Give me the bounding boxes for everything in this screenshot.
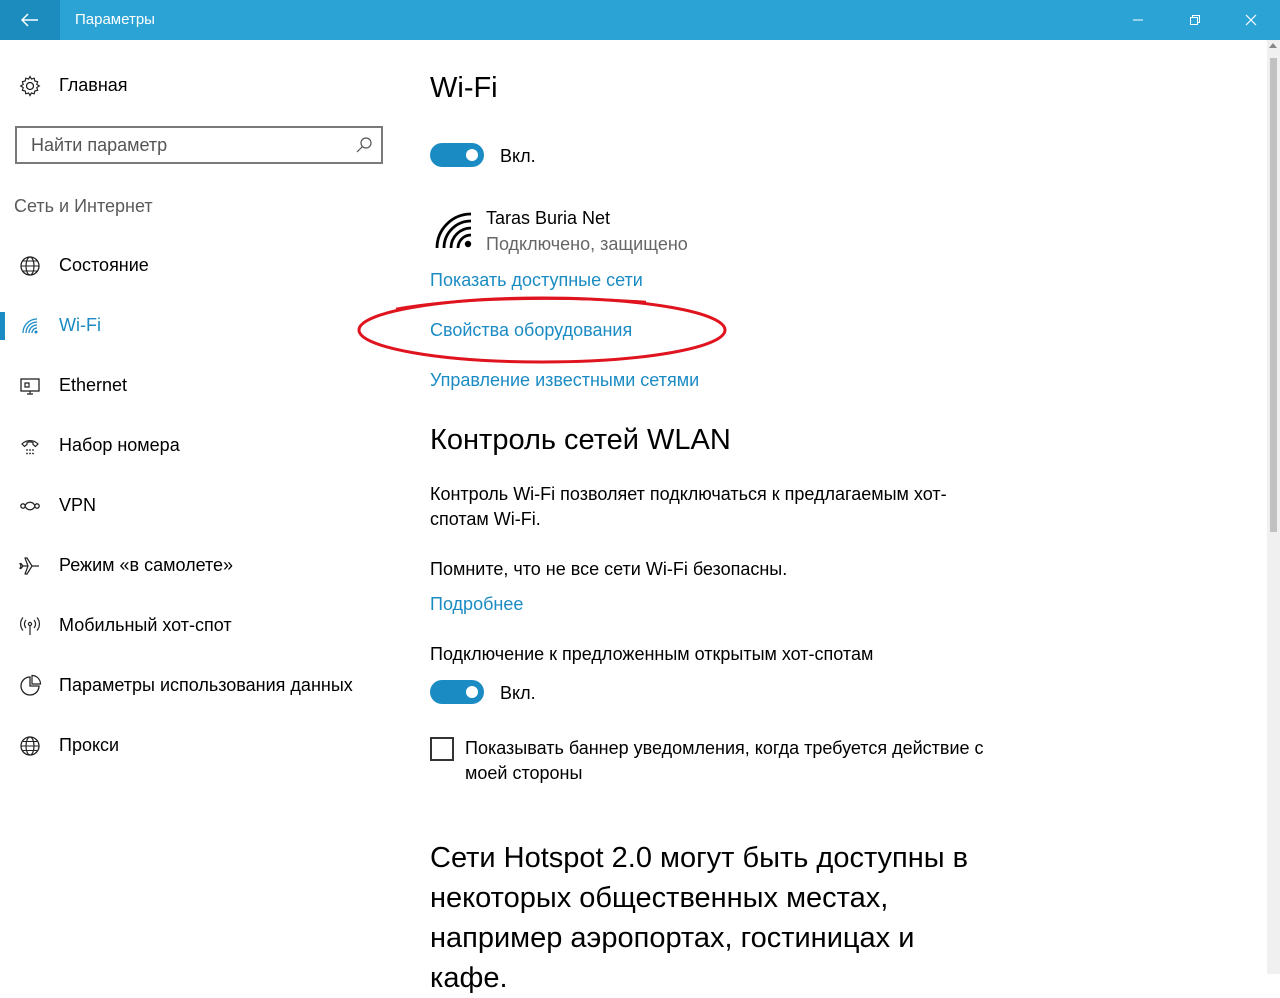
group-title: Сеть и Интернет <box>14 196 153 216</box>
banner-checkbox-label: Показывать баннер уведомления, когда тре… <box>465 738 984 783</box>
minimize-icon <box>1132 19 1143 21</box>
sidebar-item-label: Ethernet <box>59 375 128 395</box>
restore-icon <box>1189 15 1200 25</box>
open-hotspots-toggle[interactable] <box>430 680 484 704</box>
wifi-signal-icon <box>435 212 472 249</box>
search-input[interactable] <box>17 128 351 162</box>
open-hotspots-label: Подключение к предложенным открытым хот-… <box>430 644 874 664</box>
wlan-description: Контроль Wi-Fi позволяет подключаться к … <box>430 484 947 529</box>
sidebar-item-label: Главная <box>59 75 128 95</box>
sidebar-item-data-usage[interactable]: Параметры использования данных <box>0 666 400 706</box>
globe-proxy-icon <box>20 736 40 756</box>
sidebar-item-label: Режим «в самолете» <box>59 555 234 575</box>
sidebar-item-dialup[interactable]: Набор номера <box>0 426 400 466</box>
network-status: Подключено, защищено <box>486 234 688 254</box>
open-hotspots-toggle-label: Вкл. <box>500 683 536 703</box>
wifi-icon <box>22 318 38 334</box>
banner-checkbox[interactable] <box>430 737 454 761</box>
sidebar-item-label: Набор номера <box>59 435 180 455</box>
toggle-knob <box>466 686 478 698</box>
manage-known-networks-link[interactable]: Управление известными сетями <box>430 370 699 391</box>
toggle-knob <box>466 149 478 161</box>
active-indicator <box>0 312 5 340</box>
sidebar-item-proxy[interactable]: Прокси <box>0 726 400 766</box>
sidebar-item-home[interactable]: Главная <box>0 66 400 106</box>
window-title: Параметры <box>75 11 155 28</box>
learn-more-link[interactable]: Подробнее <box>430 594 523 615</box>
wlan-section-title: Контроль сетей WLAN <box>430 424 731 456</box>
scrollbar[interactable] <box>1267 40 1280 974</box>
main-content: Wi-Fi Вкл. Taras Buria Net Подключено, з… <box>357 40 1250 994</box>
sidebar-item-label: Параметры использования данных <box>59 675 353 695</box>
close-icon <box>1245 14 1256 26</box>
page-title: Wi-Fi <box>430 72 498 104</box>
wlan-warning: Помните, что не все сети Wi-Fi безопасны… <box>430 559 788 579</box>
sidebar-item-status[interactable]: Состояние <box>0 246 400 286</box>
gear-icon <box>19 75 41 97</box>
scroll-up-icon[interactable] <box>1269 43 1277 48</box>
sidebar-item-label: Прокси <box>59 735 120 755</box>
scroll-thumb[interactable] <box>1270 58 1277 532</box>
sidebar-item-label: Мобильный хот-спот <box>59 615 232 635</box>
search-icon[interactable] <box>355 136 373 154</box>
ethernet-monitor-icon <box>20 378 40 395</box>
minimize-button[interactable] <box>1109 0 1166 40</box>
sidebar-item-label: Wi-Fi <box>59 315 101 335</box>
sidebar-item-vpn[interactable]: VPN <box>0 486 400 526</box>
vpn-icon <box>20 501 40 511</box>
wifi-toggle[interactable] <box>430 143 484 167</box>
sidebar: Главная Сеть и Интернет Состояние Wi-Fi … <box>0 40 400 974</box>
back-arrow-icon <box>21 13 38 27</box>
hotspot-section-title: Сети Hotspot 2.0 могут быть доступны в н… <box>430 842 969 994</box>
close-button[interactable] <box>1222 0 1279 40</box>
network-name[interactable]: Taras Buria Net <box>486 206 610 231</box>
sidebar-item-ethernet[interactable]: Ethernet <box>0 366 400 406</box>
airplane-icon <box>19 557 39 575</box>
dialup-phone-icon <box>21 440 39 455</box>
wifi-toggle-label: Вкл. <box>500 146 536 166</box>
sidebar-item-airplane[interactable]: Режим «в самолете» <box>0 546 400 586</box>
restore-button[interactable] <box>1166 0 1223 40</box>
red-annotation-ellipse <box>357 296 727 364</box>
sidebar-item-wifi[interactable]: Wi-Fi <box>0 306 400 346</box>
title-bar: Параметры <box>0 0 1280 40</box>
sidebar-item-hotspot[interactable]: Мобильный хот-спот <box>0 606 400 646</box>
hotspot-antenna-icon <box>20 617 40 635</box>
show-networks-link[interactable]: Показать доступные сети <box>430 270 643 291</box>
data-usage-pie-icon <box>20 674 42 696</box>
sidebar-item-label: VPN <box>59 495 97 515</box>
globe-network-icon <box>20 256 40 276</box>
back-button[interactable] <box>0 0 60 40</box>
sidebar-item-label: Состояние <box>59 255 149 275</box>
search-box[interactable] <box>15 126 383 164</box>
